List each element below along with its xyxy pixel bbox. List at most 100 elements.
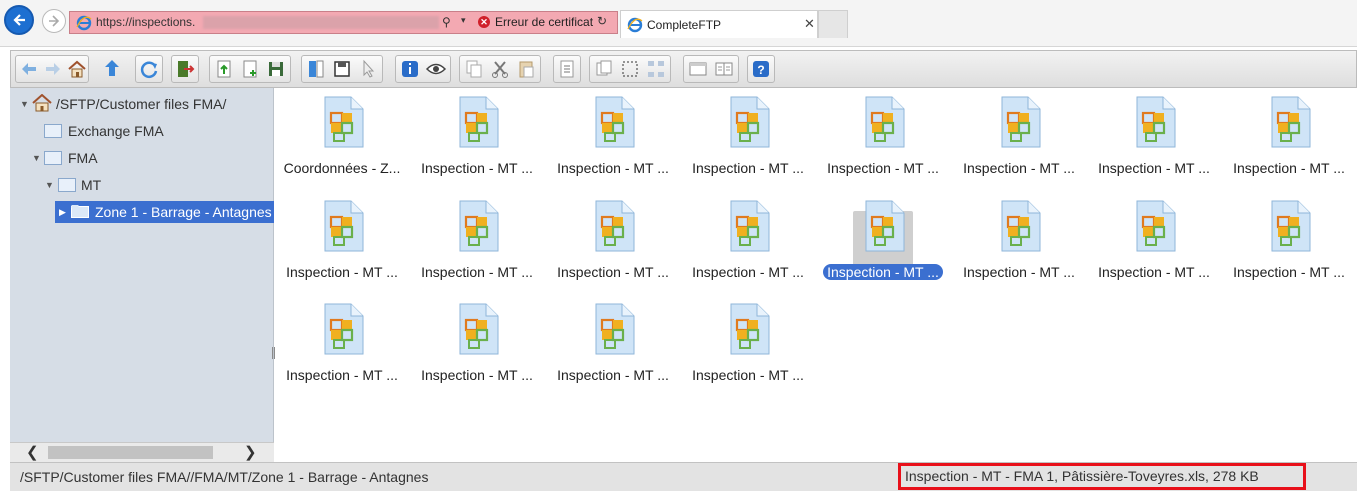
browser-tab[interactable]: CompleteFTP ✕ [620,10,818,38]
tree-item-mt[interactable]: ▼ MT [45,174,265,196]
tree-root[interactable]: ▼ /SFTP/Customer files FMA/ [18,93,268,115]
exit-button[interactable] [174,58,196,80]
file-item[interactable]: Inspection - MT ... [818,194,948,290]
select-group [589,55,671,83]
window-button[interactable] [687,58,709,80]
tree-item-exchange-fma[interactable]: Exchange FMA [44,120,264,142]
excel-file-icon [1271,200,1311,252]
excel-file-icon [459,200,499,252]
tree-root-label: /SFTP/Customer files FMA/ [56,96,227,112]
close-icon[interactable]: ✕ [804,16,815,32]
excel-file-icon [730,303,770,355]
refresh-button[interactable] [138,58,160,80]
file-item[interactable]: Inspection - MT ... [1224,194,1354,290]
address-bar[interactable]: https://inspections. ⚲ ▾ ✕ Erreur de cer… [69,11,618,34]
file-grid: Coordonnées - Z... Inspection - MT ... Ins… [275,88,1357,462]
props-group [553,55,581,83]
tree-item-zone-1[interactable]: ▶ Zone 1 - Barrage - Antagnes [55,201,274,223]
refresh-icon[interactable]: ↻ [597,14,607,28]
tab-title: CompleteFTP [647,18,722,32]
excel-file-icon [595,303,635,355]
properties-icon [560,60,574,78]
scroll-left-icon[interactable]: ❮ [26,443,39,461]
pointer-button[interactable] [357,58,379,80]
status-file-info: Inspection - MT - FMA 1, Pâtissière-Tove… [898,463,1306,490]
file-item[interactable]: Inspection - MT ... [1089,194,1219,290]
file-item[interactable]: Inspection - MT ... [683,297,813,393]
up-button[interactable] [101,57,123,79]
scroll-right-icon[interactable]: ❯ [244,443,257,461]
excel-file-icon [595,96,635,148]
home-button[interactable] [66,58,88,80]
expand-down-icon[interactable]: ▼ [32,147,41,169]
cert-error-icon: ✕ [478,16,490,28]
folder-tree: ▼ /SFTP/Customer files FMA/ Exchange FMA… [10,88,275,462]
back-button[interactable] [18,58,40,80]
file-name: Coordonnées - Z... [283,160,401,176]
file-item[interactable]: Inspection - MT ... [818,90,948,186]
save-button[interactable] [265,58,287,80]
file-item[interactable]: Inspection - MT ... [1224,90,1354,186]
svg-text:?: ? [757,63,764,77]
info-button[interactable] [399,58,421,80]
split-button[interactable] [305,58,327,80]
new-tab-button[interactable] [818,10,848,38]
preview-eye-icon [425,63,447,75]
file-name: Inspection - MT ... [286,367,398,383]
nav-group [15,55,89,83]
select-button[interactable] [619,58,641,80]
file-item[interactable]: Coordonnées - Z... [277,90,407,186]
file-item[interactable]: Inspection - MT ... [548,194,678,290]
file-item[interactable]: Inspection - MT ... [412,90,542,186]
tree-item-fma[interactable]: ▼ FMA [32,147,262,169]
file-item[interactable]: Inspection - MT ... [954,194,1084,290]
status-path: /SFTP/Customer files FMA//FMA/MT/Zone 1 … [20,469,429,485]
file-name: Inspection - MT ... [421,264,533,280]
exit-icon [178,61,195,77]
excel-file-icon [1136,200,1176,252]
expand-right-icon[interactable]: ▶ [59,201,66,223]
tree-button[interactable] [645,58,667,80]
upload-button[interactable] [213,58,235,80]
file-name: Inspection - MT ... [1233,264,1345,280]
scroll-thumb[interactable] [48,446,213,459]
browser-back-button[interactable] [4,5,34,35]
file-item[interactable]: Inspection - MT ... [548,90,678,186]
search-icon[interactable]: ⚲ [442,15,451,29]
file-item[interactable]: Inspection - MT ... [412,194,542,290]
excel-file-icon [324,96,364,148]
file-item[interactable]: Inspection - MT ... [548,297,678,393]
new-file-button[interactable] [239,58,261,80]
refresh-group [135,55,163,83]
paste-button[interactable] [515,58,537,80]
file-item[interactable]: Inspection - MT ... [683,194,813,290]
status-bar: /SFTP/Customer files FMA//FMA/MT/Zone 1 … [10,462,1357,491]
browser-forward-button[interactable] [42,9,66,33]
home-icon [68,60,86,78]
cut-button[interactable] [489,58,511,80]
preview-button[interactable] [425,58,447,80]
chevron-down-icon[interactable]: ▾ [461,15,466,26]
file-item[interactable]: Inspection - MT ... [954,90,1084,186]
file-item[interactable]: Inspection - MT ... [1089,90,1219,186]
select-all-button[interactable] [593,58,615,80]
book-button[interactable] [713,58,735,80]
excel-file-icon [595,200,635,252]
file-item[interactable]: Inspection - MT ... [683,90,813,186]
disk-button[interactable] [331,58,353,80]
expand-down-icon[interactable]: ▼ [20,93,29,115]
file-name: Inspection - MT ... [692,367,804,383]
cert-error-label[interactable]: Erreur de certificat [495,15,593,29]
file-item[interactable]: Inspection - MT ... [277,297,407,393]
file-item[interactable]: Inspection - MT ... [412,297,542,393]
file-item[interactable]: Inspection - MT ... [277,194,407,290]
expand-down-icon[interactable]: ▼ [45,174,54,196]
forward-button[interactable] [42,58,64,80]
window-group [683,55,739,83]
tree-horizontal-scrollbar[interactable]: ❮ ❯ [10,442,274,462]
help-button[interactable]: ? [750,58,772,80]
copy-button[interactable] [463,58,485,80]
properties-button[interactable] [556,58,578,80]
file-name: Inspection - MT ... [1098,264,1210,280]
select-all-icon [596,60,612,76]
